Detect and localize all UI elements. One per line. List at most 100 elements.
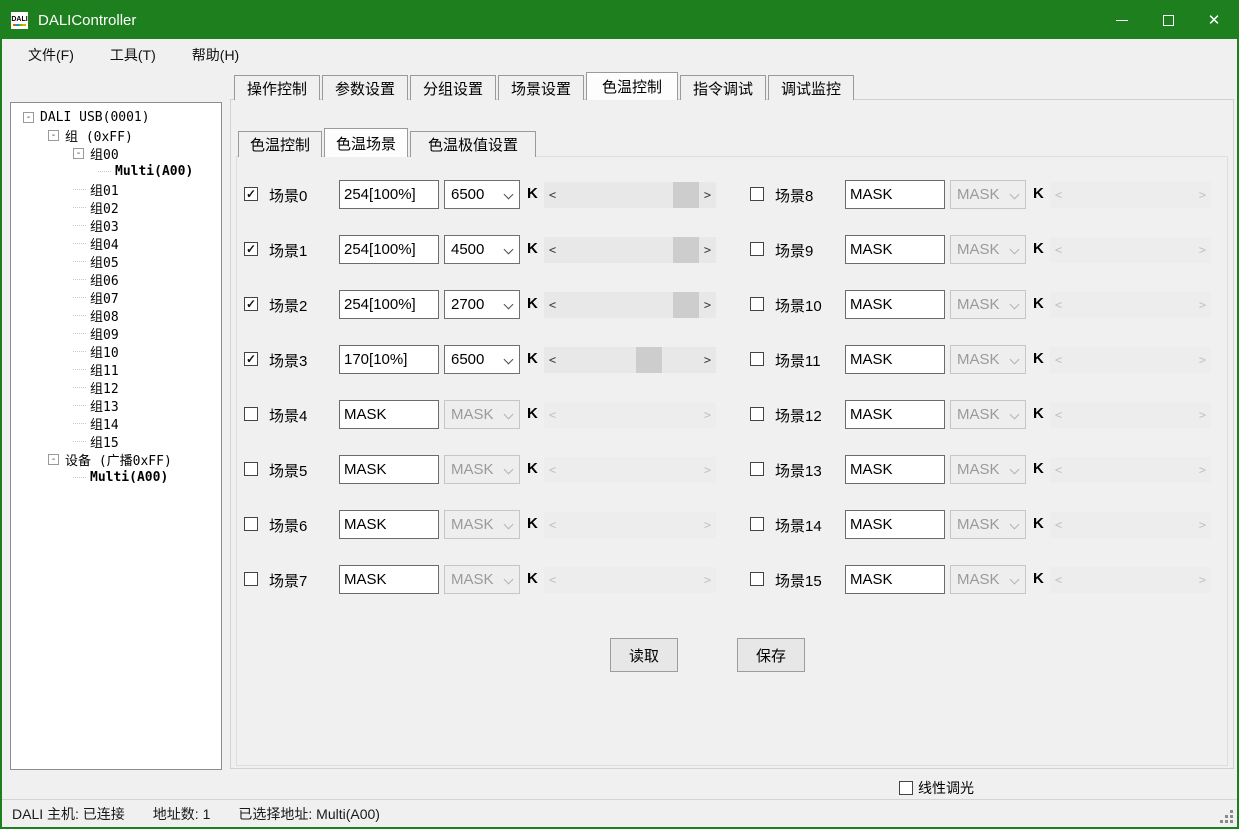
scrollbar-track[interactable] [561, 182, 699, 208]
scene-level-input[interactable] [845, 290, 945, 319]
tree-node[interactable]: 组01 [11, 180, 221, 198]
scrollbar-track[interactable] [1067, 402, 1194, 428]
temp-scrollbar[interactable]: < > [1050, 237, 1211, 263]
scene-checkbox[interactable]: ✓ [244, 187, 258, 201]
tree-expander-icon[interactable]: - [48, 454, 59, 465]
scroll-left-arrow[interactable]: < [544, 573, 561, 587]
temp-scrollbar[interactable]: < > [544, 402, 716, 428]
scroll-right-arrow[interactable]: > [699, 298, 716, 312]
scene-level-input[interactable] [339, 455, 439, 484]
menu-item[interactable]: 工具(T) [100, 41, 166, 69]
sub-tabs-tab-1[interactable]: 色温场景 [324, 128, 408, 157]
read-button[interactable]: 读取 [610, 638, 678, 672]
menu-item[interactable]: 帮助(H) [182, 41, 249, 69]
scene-level-input[interactable] [845, 180, 945, 209]
scene-checkbox[interactable] [750, 572, 764, 586]
tree-expander-icon[interactable]: - [23, 112, 34, 123]
scene-checkbox[interactable] [750, 462, 764, 476]
sub-tabs-tab-0[interactable]: 色温控制 [238, 131, 322, 157]
scroll-right-arrow[interactable]: > [699, 408, 716, 422]
scrollbar-track[interactable] [1067, 182, 1194, 208]
scroll-left-arrow[interactable]: < [1050, 298, 1067, 312]
scene-temp-select[interactable]: MASK [950, 565, 1026, 594]
scene-checkbox[interactable] [750, 407, 764, 421]
scrollbar-track[interactable] [561, 237, 699, 263]
tree-node[interactable]: 组09 [11, 324, 221, 342]
scene-temp-select[interactable]: MASK [444, 565, 520, 594]
scene-checkbox[interactable] [750, 187, 764, 201]
scene-level-input[interactable] [845, 400, 945, 429]
scene-temp-select[interactable]: MASK [950, 345, 1026, 374]
scene-temp-select[interactable]: 2700 [444, 290, 520, 319]
scroll-left-arrow[interactable]: < [544, 408, 561, 422]
tree-node[interactable]: 组05 [11, 252, 221, 270]
scroll-left-arrow[interactable]: < [544, 243, 561, 257]
scene-level-input[interactable] [339, 345, 439, 374]
scene-temp-select[interactable]: MASK [950, 455, 1026, 484]
tree-node[interactable]: 组10 [11, 342, 221, 360]
tree-node[interactable]: 组11 [11, 360, 221, 378]
main-tabs-tab-6[interactable]: 调试监控 [768, 75, 854, 100]
scrollbar-track[interactable] [561, 402, 699, 428]
scroll-right-arrow[interactable]: > [1194, 353, 1211, 367]
scene-checkbox[interactable] [244, 462, 258, 476]
scene-checkbox[interactable] [750, 242, 764, 256]
scene-checkbox[interactable]: ✓ [244, 352, 258, 366]
temp-scrollbar[interactable]: < > [1050, 292, 1211, 318]
scroll-right-arrow[interactable]: > [1194, 463, 1211, 477]
scrollbar-thumb[interactable] [673, 237, 699, 263]
scene-temp-select[interactable]: MASK [950, 290, 1026, 319]
scrollbar-track[interactable] [561, 512, 699, 538]
tree-node[interactable]: 组04 [11, 234, 221, 252]
scene-checkbox[interactable] [750, 297, 764, 311]
scrollbar-track[interactable] [561, 457, 699, 483]
temp-scrollbar[interactable]: < > [1050, 402, 1211, 428]
scrollbar-thumb[interactable] [636, 347, 662, 373]
sub-tabs-tab-2[interactable]: 色温极值设置 [410, 131, 536, 157]
scene-checkbox[interactable] [750, 517, 764, 531]
scene-level-input[interactable] [339, 235, 439, 264]
temp-scrollbar[interactable]: < > [544, 457, 716, 483]
scroll-right-arrow[interactable]: > [699, 243, 716, 257]
temp-scrollbar[interactable]: < > [1050, 512, 1211, 538]
scrollbar-track[interactable] [1067, 457, 1194, 483]
tree-expander-icon[interactable]: - [48, 130, 59, 141]
scene-temp-select[interactable]: MASK [444, 510, 520, 539]
scroll-right-arrow[interactable]: > [1194, 298, 1211, 312]
scroll-right-arrow[interactable]: > [1194, 243, 1211, 257]
scrollbar-track[interactable] [1067, 567, 1194, 593]
tree-node[interactable]: -设备 (广播0xFF) [11, 450, 221, 468]
tree-node[interactable]: 组06 [11, 270, 221, 288]
scene-level-input[interactable] [845, 345, 945, 374]
main-tabs-tab-1[interactable]: 参数设置 [322, 75, 408, 100]
tree-node[interactable]: 组03 [11, 216, 221, 234]
resize-grip[interactable] [1220, 810, 1233, 823]
tree-node[interactable]: 组02 [11, 198, 221, 216]
scroll-right-arrow[interactable]: > [699, 463, 716, 477]
scroll-left-arrow[interactable]: < [1050, 573, 1067, 587]
temp-scrollbar[interactable]: < > [544, 512, 716, 538]
scene-temp-select[interactable]: MASK [950, 400, 1026, 429]
scrollbar-track[interactable] [561, 567, 699, 593]
scroll-right-arrow[interactable]: > [1194, 188, 1211, 202]
temp-scrollbar[interactable]: < > [544, 347, 716, 373]
tree-node[interactable]: -组 (0xFF) [11, 126, 221, 144]
scroll-right-arrow[interactable]: > [1194, 518, 1211, 532]
temp-scrollbar[interactable]: < > [1050, 457, 1211, 483]
tree-node[interactable]: 组13 [11, 396, 221, 414]
scene-temp-select[interactable]: 6500 [444, 345, 520, 374]
scene-checkbox[interactable] [244, 572, 258, 586]
tree-expander-icon[interactable]: - [73, 148, 84, 159]
scroll-right-arrow[interactable]: > [1194, 408, 1211, 422]
scene-temp-select[interactable]: MASK [950, 510, 1026, 539]
scene-temp-select[interactable]: MASK [444, 400, 520, 429]
scroll-left-arrow[interactable]: < [1050, 408, 1067, 422]
scrollbar-thumb[interactable] [673, 182, 699, 208]
main-tabs-tab-4[interactable]: 色温控制 [586, 72, 678, 100]
scroll-left-arrow[interactable]: < [544, 518, 561, 532]
temp-scrollbar[interactable]: < > [1050, 347, 1211, 373]
scene-level-input[interactable] [845, 510, 945, 539]
scene-temp-select[interactable]: 4500 [444, 235, 520, 264]
scene-checkbox[interactable] [750, 352, 764, 366]
scene-level-input[interactable] [339, 180, 439, 209]
